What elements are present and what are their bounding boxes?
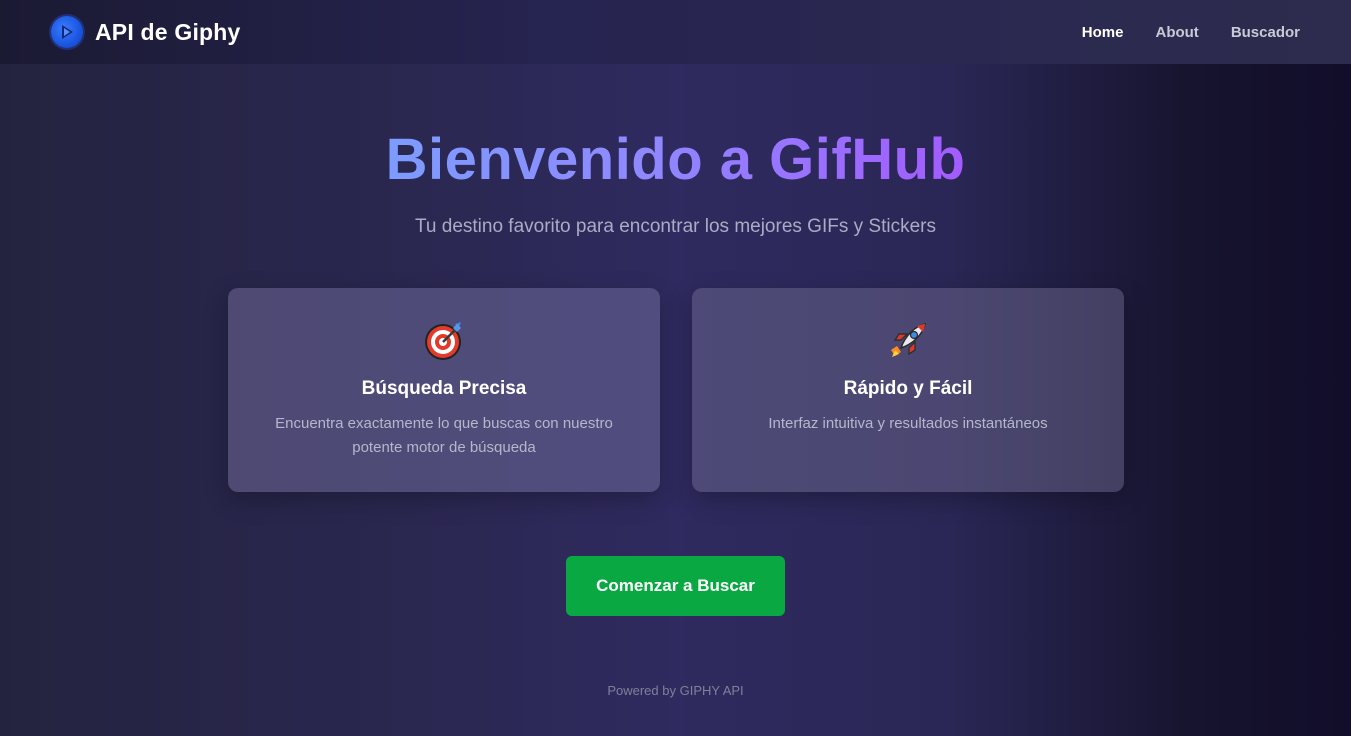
feature-card-fast-easy: Rápido y Fácil Interfaz intuitiva y resu… <box>692 288 1124 492</box>
feature-card-precise-search: Búsqueda Precisa Encuentra exactamente l… <box>228 288 660 492</box>
feature-description: Interfaz intuitiva y resultados instantá… <box>768 415 1048 432</box>
rocket-icon <box>692 320 1124 362</box>
nav-link-about[interactable]: About <box>1155 24 1198 41</box>
feature-title: Rápido y Fácil <box>843 378 973 399</box>
feature-title: Búsqueda Precisa <box>361 378 527 399</box>
hero-title: Bienvenido a GifHub <box>385 127 966 192</box>
navbar: API de Giphy Home About Buscador <box>0 0 1351 64</box>
hero-subtitle: Tu destino favorito para encontrar los m… <box>415 216 936 237</box>
brand[interactable]: API de Giphy <box>51 16 241 48</box>
target-icon <box>228 320 660 362</box>
nav-link-buscador[interactable]: Buscador <box>1231 24 1300 41</box>
brand-title: API de Giphy <box>95 18 241 45</box>
nav-link-home[interactable]: Home <box>1082 24 1124 41</box>
feature-description: Encuentra exactamente lo que buscas con … <box>275 415 613 456</box>
start-search-button[interactable]: Comenzar a Buscar <box>566 556 785 616</box>
footer-powered-by: Powered by GIPHY API <box>607 683 744 698</box>
play-logo-icon <box>51 16 83 48</box>
nav-links: Home About Buscador <box>1082 0 1300 64</box>
